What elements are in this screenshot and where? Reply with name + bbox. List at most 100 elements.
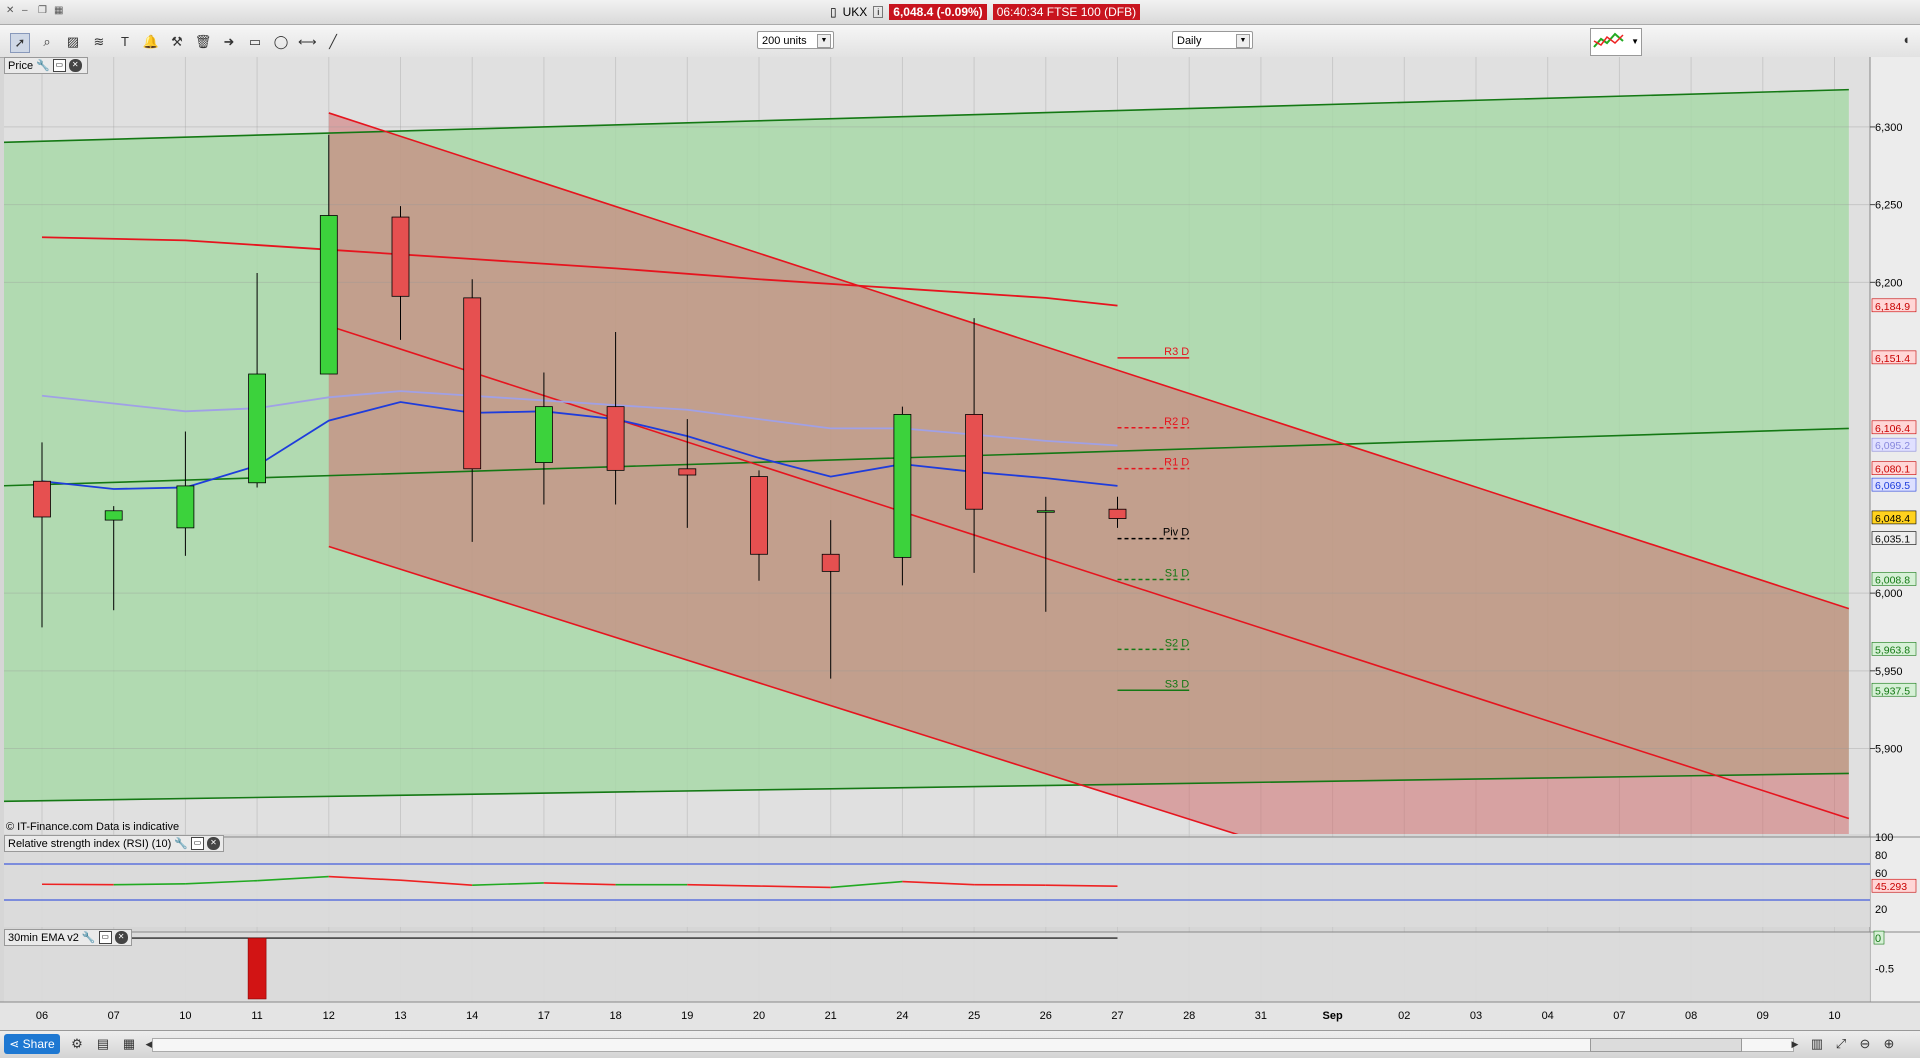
y-tick-label: 6,200: [1875, 277, 1903, 289]
window-icon[interactable]: ▭: [99, 931, 112, 944]
scroll-right-icon[interactable]: ▶: [1786, 1035, 1804, 1053]
candle-body: [249, 374, 266, 483]
price-tag-label: 6,080.1: [1875, 464, 1910, 476]
x-tick-label: 03: [1470, 1010, 1482, 1022]
layout-icon[interactable]: ▤: [94, 1035, 112, 1053]
settings-icon[interactable]: ⚙: [68, 1035, 86, 1053]
rsi-tick-label: 60: [1875, 868, 1887, 880]
alert-tool-icon[interactable]: 🔔: [142, 33, 160, 51]
fib-tool-icon[interactable]: ▨: [64, 33, 82, 51]
text-tool-icon[interactable]: T: [116, 33, 134, 51]
close-icon[interactable]: ✕: [69, 59, 82, 72]
zoom-fit-icon[interactable]: ⤢: [1832, 1035, 1850, 1053]
device-icon[interactable]: ▯: [830, 5, 837, 19]
wrench-icon[interactable]: 🔧: [174, 836, 188, 852]
x-tick-label: 24: [896, 1010, 908, 1022]
trend-line-tool-icon[interactable]: ╱: [324, 33, 342, 51]
drawing-toolbar: ➚ ⌕ ▨ ≋ T 🔔 ⚒ 🗑 ➜ ▭ ◯ ⟷ ╱ 200 units ▼ Da…: [0, 25, 1920, 58]
info-icon[interactable]: i: [873, 6, 883, 18]
grid-window-icon[interactable]: ▦: [54, 6, 64, 16]
close-icon[interactable]: ✕: [207, 837, 220, 850]
chevron-down-icon[interactable]: ▼: [1236, 34, 1250, 48]
chart-type-button[interactable]: ▼: [1590, 28, 1642, 56]
x-tick-label: 07: [108, 1010, 120, 1022]
price-tag-label: 5,937.5: [1875, 685, 1910, 697]
chart-icon[interactable]: ▥: [1808, 1035, 1826, 1053]
ema-panel[interactable]: 0-0.5: [4, 931, 1920, 1002]
hammer-tool-icon[interactable]: ⚒: [168, 33, 186, 51]
arrow-tool-icon[interactable]: ➜: [220, 33, 238, 51]
x-tick-label: 19: [681, 1010, 693, 1022]
rsi-panel-tab[interactable]: Relative strength index (RSI) (10) 🔧 ▭ ✕: [4, 835, 224, 852]
pivot-label: S2 D: [1165, 637, 1190, 649]
pivot-label: R1 D: [1164, 457, 1189, 469]
wrench-icon[interactable]: 🔧: [82, 930, 96, 946]
close-icon[interactable]: ✕: [115, 931, 128, 944]
ema-bar: [248, 938, 266, 999]
trash-tool-icon[interactable]: 🗑: [194, 33, 212, 51]
restore-window-icon[interactable]: ❐: [38, 6, 48, 16]
candle-body: [177, 486, 194, 528]
scrollbar-thumb[interactable]: [1590, 1038, 1742, 1052]
ema-tick-label: 0: [1875, 933, 1881, 945]
zoom-in-icon[interactable]: ⊕: [1880, 1035, 1898, 1053]
x-tick-label: 20: [753, 1010, 765, 1022]
rsi-panel[interactable]: 10080602045.293: [4, 832, 1920, 927]
x-tick-label: 14: [466, 1010, 478, 1022]
price-panel-label: Price: [8, 58, 33, 74]
interval-select[interactable]: Daily ▼: [1172, 31, 1253, 49]
units-select[interactable]: 200 units ▼: [757, 31, 834, 49]
x-tick-label: 09: [1757, 1010, 1769, 1022]
candle-body: [34, 481, 51, 517]
rsi-value-label: 45.293: [1875, 881, 1907, 893]
x-tick-label: 12: [323, 1010, 335, 1022]
chevron-down-icon[interactable]: ▼: [1631, 37, 1639, 46]
price-tag-label: 6,048.4: [1875, 513, 1910, 525]
horizontal-line-tool-icon[interactable]: ⟷: [298, 33, 316, 51]
pivot-label: S1 D: [1165, 567, 1190, 579]
rsi-tick-label: 100: [1875, 832, 1893, 844]
x-tick-label: 31: [1255, 1010, 1267, 1022]
instrument-symbol[interactable]: UKX: [843, 5, 868, 19]
price-tag-label: 6,106.4: [1875, 423, 1910, 435]
chart-type-icon: [1591, 29, 1627, 53]
price-tag-label: 6,184.9: [1875, 301, 1910, 313]
x-tick-label: 02: [1398, 1010, 1410, 1022]
share-button[interactable]: ⋖ Share: [4, 1034, 60, 1054]
units-select-value: 200 units: [762, 35, 807, 47]
pivot-label: S3 D: [1165, 678, 1190, 690]
price-tag-label: 6,095.2: [1875, 440, 1910, 452]
share-icon: ⋖: [9, 1037, 22, 1051]
candle-body: [392, 217, 409, 296]
x-tick-label: 10: [179, 1010, 191, 1022]
wrench-icon[interactable]: 🔧: [36, 58, 50, 74]
x-tick-label: 04: [1542, 1010, 1554, 1022]
grid-icon[interactable]: ▦: [120, 1035, 138, 1053]
pointer-tool-icon[interactable]: ➚: [10, 33, 30, 53]
window-icon[interactable]: ▭: [53, 59, 66, 72]
x-tick-label: 11: [251, 1010, 262, 1022]
price-panel-tab[interactable]: Price 🔧 ▭ ✕: [4, 57, 88, 74]
chevron-down-icon[interactable]: ▼: [817, 34, 831, 48]
minimize-window-icon[interactable]: –: [22, 6, 32, 16]
ema-panel-tab[interactable]: 30min EMA v2 🔧 ▭ ✕: [4, 929, 132, 946]
ellipse-tool-icon[interactable]: ◯: [272, 33, 290, 51]
time-scrollbar[interactable]: [152, 1038, 1794, 1052]
fan-tool-icon[interactable]: ≋: [90, 33, 108, 51]
y-tick-label: 5,950: [1875, 666, 1903, 678]
candle-body: [751, 477, 768, 555]
window-icon[interactable]: ▭: [191, 837, 204, 850]
rsi-panel-label: Relative strength index (RSI) (10): [8, 836, 171, 852]
x-tick-label: 10: [1828, 1010, 1840, 1022]
share-label: Share: [23, 1037, 55, 1051]
y-tick-label: 6,300: [1875, 122, 1903, 134]
rectangle-tool-icon[interactable]: ▭: [246, 33, 264, 51]
x-axis-background: [0, 1002, 1920, 1030]
x-tick-label: 21: [825, 1010, 837, 1022]
zoom-tool-icon[interactable]: ⌕: [38, 33, 56, 51]
side-panel-toggle-icon[interactable]: ◖: [1897, 31, 1915, 49]
candle-body: [966, 414, 983, 509]
close-window-icon[interactable]: ✕: [6, 6, 16, 16]
x-tick-label: 13: [394, 1010, 406, 1022]
zoom-out-icon[interactable]: ⊖: [1856, 1035, 1874, 1053]
